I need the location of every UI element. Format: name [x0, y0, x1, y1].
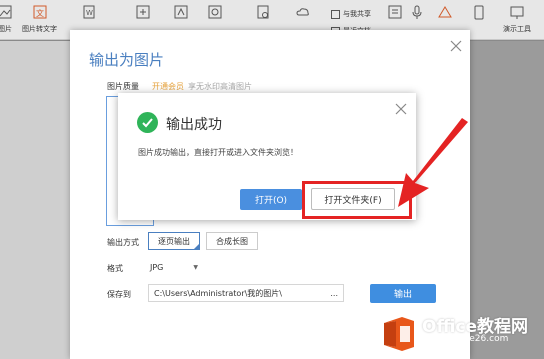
annotation-arrow-icon — [398, 118, 468, 207]
office-logo-icon — [382, 315, 416, 353]
watermark-url: www.office26.com — [426, 334, 509, 344]
